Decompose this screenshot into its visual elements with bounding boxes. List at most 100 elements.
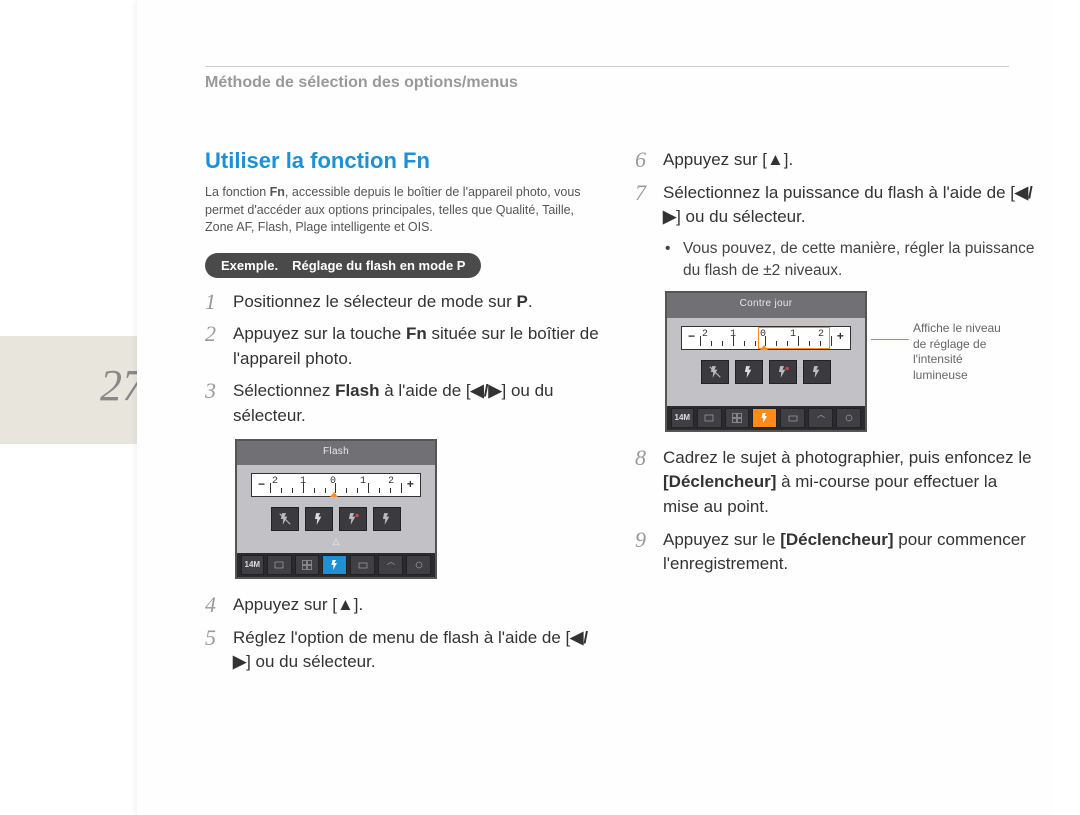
intro-bold: Fn [270,185,285,199]
ev-pointer-icon [330,492,338,497]
step-num: 4 [205,593,233,618]
step-num: 5 [205,626,233,675]
t: Réglez l'option de menu de flash à l'aid… [233,628,570,647]
t: Flash [335,381,379,400]
steps-left: 1 Positionnez le sélecteur de mode sur P… [205,290,605,676]
flash-mode-on-icon[interactable] [305,507,333,531]
t: Appuyez sur le [663,530,780,549]
step-8: 8 Cadrez le sujet à photographier, puis … [635,446,1035,520]
t: Fn [406,324,427,343]
flash-mode-redeye-icon[interactable] [339,507,367,531]
lcd-screenshot-2: Contre jour − 2 1 0 1 2 [665,291,1035,432]
step-1: 1 Positionnez le sélecteur de mode sur P… [205,290,605,315]
footer-quality-icon[interactable] [697,408,722,428]
flash-mode-row [681,360,851,384]
flash-mode-slow-icon[interactable] [373,507,401,531]
example-prefix: Exemple. [221,258,278,273]
minus-icon: − [258,477,265,494]
plus-icon: + [837,329,844,346]
lcd-mid: − 2 1 0 1 2 + [237,465,435,553]
t: Appuyez sur la touche [233,324,406,343]
t: Cadrez le sujet à photographier, puis en… [663,448,1032,467]
flash-mode-redeye-icon[interactable] [769,360,797,384]
footer-ois-icon[interactable] [378,555,403,575]
lcd: Flash − 2 1 0 1 2 [235,439,437,580]
flash-mode-on-icon[interactable] [735,360,763,384]
lcd-title: Flash [237,441,435,466]
step-body: Appuyez sur [▲]. [663,148,1035,173]
footer-af-icon[interactable] [295,555,320,575]
flash-mode-off-icon[interactable] [701,360,729,384]
t: Sélectionnez [233,381,335,400]
step-7-bullet: • Vous pouvez, de cette manière, régler … [665,238,1035,281]
minus-icon: − [688,329,695,346]
example-pill: Exemple. Réglage du flash en mode P [205,253,481,278]
left-column: Utiliser la fonction Fn La fonction Fn, … [205,148,605,683]
t: Positionnez le sélecteur de mode sur [233,292,517,311]
annotation-leader-line [871,339,909,340]
step-num: 8 [635,446,663,520]
lcd-screenshot-1: Flash − 2 1 0 1 2 [235,439,605,580]
step-num: 1 [205,290,233,315]
t: Sélectionnez la puissance du flash à l'a… [663,183,1015,202]
bullet-icon: • [665,238,683,281]
example-label: Réglage du flash en mode P [292,258,465,273]
step-num: 9 [635,528,663,577]
t: ]. [784,150,793,169]
t: P [517,292,528,311]
footer-size[interactable]: 14M [241,555,264,575]
lcd-title: Contre jour [667,293,865,318]
t: Appuyez sur [ [663,150,767,169]
footer-ois-icon[interactable] [808,408,833,428]
step-body: Positionnez le sélecteur de mode sur P. [233,290,605,315]
up-triangle-icon: △ [251,535,421,543]
step-num: 6 [635,148,663,173]
page: Méthode de sélection des options/menus U… [137,0,1049,815]
lcd-footer: 14M [237,553,435,577]
t: ] ou du sélecteur. [246,652,375,671]
step-body: Appuyez sur le [Déclencheur] pour commen… [663,528,1035,577]
intro-text: La fonction Fn, accessible depuis le boî… [205,184,605,237]
step-body: Sélectionnez la puissance du flash à l'a… [663,181,1035,230]
footer-extra-icon[interactable] [406,555,431,575]
section-title: Utiliser la fonction Fn [205,148,605,174]
annotation-text: Affiche le niveau de réglage de l'intens… [913,321,1003,383]
step-body: Cadrez le sujet à photographier, puis en… [663,446,1035,520]
plus-icon: + [407,477,414,494]
header-rule [205,66,1009,67]
footer-range-icon[interactable] [780,408,805,428]
t: Appuyez sur [ [233,595,337,614]
footer-size[interactable]: 14M [671,408,694,428]
footer-range-icon[interactable] [350,555,375,575]
footer-quality-icon[interactable] [267,555,292,575]
t: . [528,292,533,311]
footer-af-icon[interactable] [725,408,750,428]
step-body: Appuyez sur [▲]. [233,593,605,618]
lcd: Contre jour − 2 1 0 1 2 [665,291,867,432]
step-num: 7 [635,181,663,230]
step-2: 2 Appuyez sur la touche Fn située sur le… [205,322,605,371]
lcd-mid: − 2 1 0 1 2 + [667,318,865,406]
t: [Déclencheur] [780,530,893,549]
step-num: 3 [205,379,233,428]
footer-flash-icon[interactable] [752,408,777,428]
ev-highlight [758,327,830,349]
step-body: Appuyez sur la touche Fn située sur le b… [233,322,605,371]
step-7: 7 Sélectionnez la puissance du flash à l… [635,181,1035,230]
footer-flash-icon[interactable] [322,555,347,575]
header-title: Méthode de sélection des options/menus [205,74,518,92]
step-body: Sélectionnez Flash à l'aide de [◀/▶] ou … [233,379,605,428]
arrow-up-icon: ▲ [767,150,784,169]
step-3: 3 Sélectionnez Flash à l'aide de [◀/▶] o… [205,379,605,428]
footer-extra-icon[interactable] [836,408,861,428]
step-body: Réglez l'option de menu de flash à l'aid… [233,626,605,675]
intro-pre: La fonction [205,185,270,199]
step-5: 5 Réglez l'option de menu de flash à l'a… [205,626,605,675]
up-triangle-icon [681,388,851,396]
ev-pointer-icon [760,345,768,350]
step-4: 4 Appuyez sur [▲]. [205,593,605,618]
flash-mode-row [251,507,421,531]
flash-mode-off-icon[interactable] [271,507,299,531]
flash-mode-slow-icon[interactable] [803,360,831,384]
ev-bar: − 2 1 0 1 2 + [681,326,851,350]
